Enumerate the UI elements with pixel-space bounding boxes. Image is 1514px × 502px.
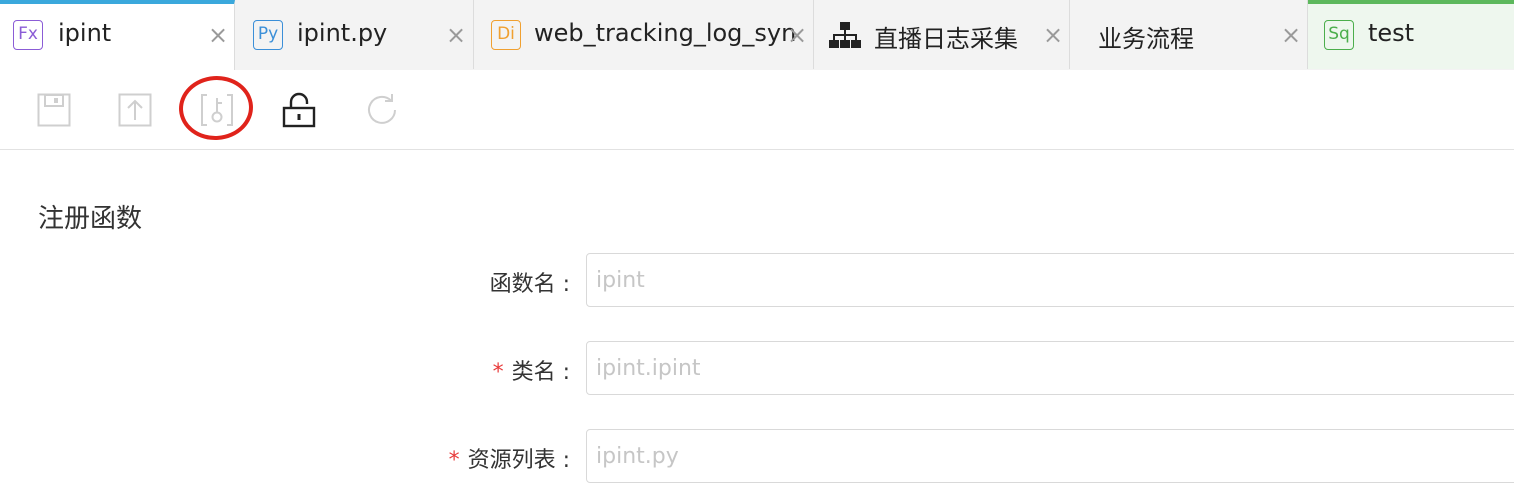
tab-label: web_tracking_log_syn — [534, 19, 797, 47]
required-mark: * — [492, 360, 504, 385]
sql-badge-icon: Sq — [1324, 20, 1354, 50]
tab-label: ipint — [58, 19, 112, 47]
tab-label: ipint.py — [297, 19, 388, 47]
tab-live-log-collection[interactable]: 直播日志采集 × — [814, 0, 1070, 69]
unlock-icon[interactable] — [281, 92, 317, 128]
save-icon[interactable] — [36, 92, 72, 128]
close-icon[interactable]: × — [208, 21, 228, 49]
resource-list-label: * 资源列表 : — [448, 448, 570, 473]
close-icon[interactable]: × — [1281, 21, 1301, 49]
tab-ipint-py[interactable]: Py ipint.py × — [235, 0, 474, 69]
required-mark: * — [448, 448, 460, 473]
resource-list-field[interactable] — [586, 429, 1514, 483]
tab-label: 直播日志采集 — [874, 25, 1018, 53]
tab-web-tracking-log-syn[interactable]: Di web_tracking_log_syn × — [474, 0, 814, 69]
function-name-field[interactable] — [586, 253, 1514, 307]
tab-label: 业务流程 — [1098, 25, 1194, 53]
tab-label: test — [1368, 19, 1415, 47]
close-icon[interactable]: × — [787, 21, 807, 49]
function-badge-icon: Fx — [13, 20, 43, 50]
class-name-label: * 类名 : — [492, 360, 570, 385]
python-badge-icon: Py — [253, 20, 283, 50]
workflow-tree-icon — [829, 22, 861, 48]
data-integration-badge-icon: Di — [491, 20, 521, 50]
tab-business-flow[interactable]: 业务流程 × — [1070, 0, 1308, 69]
tab-test[interactable]: Sq test — [1308, 0, 1514, 69]
upload-icon[interactable] — [117, 92, 153, 128]
class-name-field[interactable] — [586, 341, 1514, 395]
refresh-icon[interactable] — [364, 92, 400, 128]
close-icon[interactable]: × — [446, 21, 466, 49]
close-icon[interactable]: × — [1043, 21, 1063, 49]
function-name-label: 函数名 : — [489, 272, 570, 297]
tab-bar: Fx ipint × Py ipint.py × Di web_tracking… — [0, 0, 1514, 71]
tab-ipint[interactable]: Fx ipint × — [0, 0, 235, 70]
page-title: 注册函数 — [38, 204, 143, 234]
